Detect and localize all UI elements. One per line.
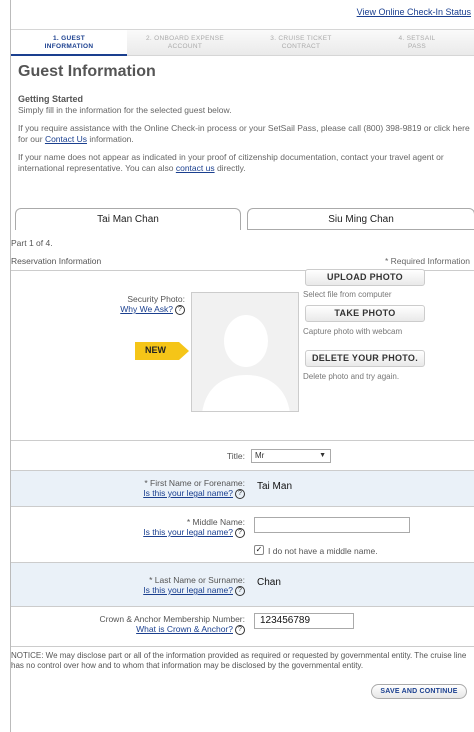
- first-name-value[interactable]: Tai Man: [257, 481, 292, 492]
- assistance-text: If you require assistance with the Onlin…: [18, 123, 470, 144]
- part-indicator: Part 1 of 4.: [11, 238, 53, 248]
- name-mismatch-text: If your name does not appear as indicate…: [18, 152, 444, 173]
- take-photo-hint: Capture photo with webcam: [303, 327, 403, 336]
- first-name-legal-link[interactable]: Is this your legal name?: [143, 488, 233, 498]
- last-name-legal-link[interactable]: Is this your legal name?: [143, 585, 233, 595]
- delete-photo-button[interactable]: DELETE YOUR PHOTO.: [305, 350, 425, 367]
- contact-us-link[interactable]: Contact Us: [45, 134, 87, 144]
- save-and-continue-button[interactable]: SAVE AND CONTINUE: [371, 684, 467, 699]
- crown-anchor-input[interactable]: 123456789: [254, 613, 354, 629]
- middle-name-input[interactable]: [254, 517, 410, 533]
- security-photo-section: Security Photo: Why We Ask?? NEW UPLOAD …: [11, 269, 474, 436]
- upload-photo-hint: Select file from computer: [303, 290, 392, 299]
- last-name-value[interactable]: Chan: [257, 577, 281, 588]
- middle-name-row: * Middle Name: Is this your legal name??…: [11, 506, 474, 562]
- why-we-ask-link[interactable]: Why We Ask?: [120, 304, 173, 314]
- crown-anchor-label: Crown & Anchor Membership Number: What i…: [99, 614, 245, 635]
- required-info-note: * Required Information: [384, 256, 470, 266]
- title-label: Title:: [226, 451, 245, 461]
- last-name-label: * Last Name or Surname: Is this your leg…: [143, 575, 245, 596]
- security-photo-label: Security Photo: Why We Ask??: [120, 294, 185, 315]
- step-guest-information[interactable]: 1. GUEST INFORMATION: [11, 30, 127, 56]
- step-onboard-expense-account[interactable]: 2. ONBOARD EXPENSE ACCOUNT: [127, 30, 243, 55]
- delete-photo-hint: Delete photo and try again.: [303, 372, 400, 381]
- help-icon[interactable]: ?: [235, 624, 245, 635]
- first-name-row: * First Name or Forename: Is this your l…: [11, 470, 474, 506]
- chevron-down-icon: ▼: [319, 452, 326, 459]
- form-divider: [11, 646, 474, 647]
- no-middle-name-checkbox[interactable]: ✓: [254, 545, 264, 555]
- middle-name-label: * Middle Name: Is this your legal name??: [143, 517, 245, 538]
- guest-tabs: Tai Man Chan Siu Ming Chan: [15, 208, 474, 230]
- last-name-row: * Last Name or Surname: Is this your leg…: [11, 562, 474, 606]
- title-row: Title: Mr ▼: [11, 440, 474, 470]
- person-silhouette-icon: [192, 293, 298, 411]
- progress-steps: 1. GUEST INFORMATION 2. ONBOARD EXPENSE …: [11, 29, 474, 56]
- first-name-label: * First Name or Forename: Is this your l…: [143, 478, 245, 499]
- help-icon[interactable]: ?: [175, 304, 185, 315]
- step-setsail-pass[interactable]: 4. SETSAIL PASS: [359, 30, 474, 55]
- crown-anchor-row: Crown & Anchor Membership Number: What i…: [11, 606, 474, 644]
- middle-name-legal-link[interactable]: Is this your legal name?: [143, 527, 233, 537]
- tab-guest-1[interactable]: Tai Man Chan: [15, 208, 241, 230]
- title-select[interactable]: Mr ▼: [251, 449, 331, 463]
- crown-anchor-link[interactable]: What is Crown & Anchor?: [136, 624, 233, 634]
- help-icon[interactable]: ?: [235, 527, 245, 538]
- tab-guest-2[interactable]: Siu Ming Chan: [247, 208, 474, 230]
- intro-text: Getting Started Simply fill in the infor…: [18, 94, 474, 181]
- section-title: Reservation Information: [11, 256, 102, 266]
- page-title: Guest Information: [18, 63, 156, 80]
- contact-us-link-2[interactable]: contact us: [176, 163, 215, 173]
- view-checkin-status-link[interactable]: View Online Check-In Status: [357, 7, 471, 17]
- step-cruise-ticket-contract[interactable]: 3. CRUISE TICKET CONTRACT: [243, 30, 359, 55]
- upload-photo-button[interactable]: UPLOAD PHOTO: [305, 269, 425, 286]
- avatar-placeholder: [191, 292, 299, 412]
- checkin-page: View Online Check-In Status 1. GUEST INF…: [10, 0, 474, 732]
- help-icon[interactable]: ?: [235, 585, 245, 596]
- new-badge: NEW: [135, 342, 189, 360]
- help-icon[interactable]: ?: [235, 488, 245, 499]
- getting-started-heading: Getting Started: [18, 94, 84, 104]
- no-middle-name-label: I do not have a middle name.: [268, 546, 378, 556]
- take-photo-button[interactable]: TAKE PHOTO: [305, 305, 425, 322]
- instructions-text: Simply fill in the information for the s…: [18, 105, 232, 115]
- notice-text: NOTICE: We may disclose part or all of t…: [11, 651, 467, 670]
